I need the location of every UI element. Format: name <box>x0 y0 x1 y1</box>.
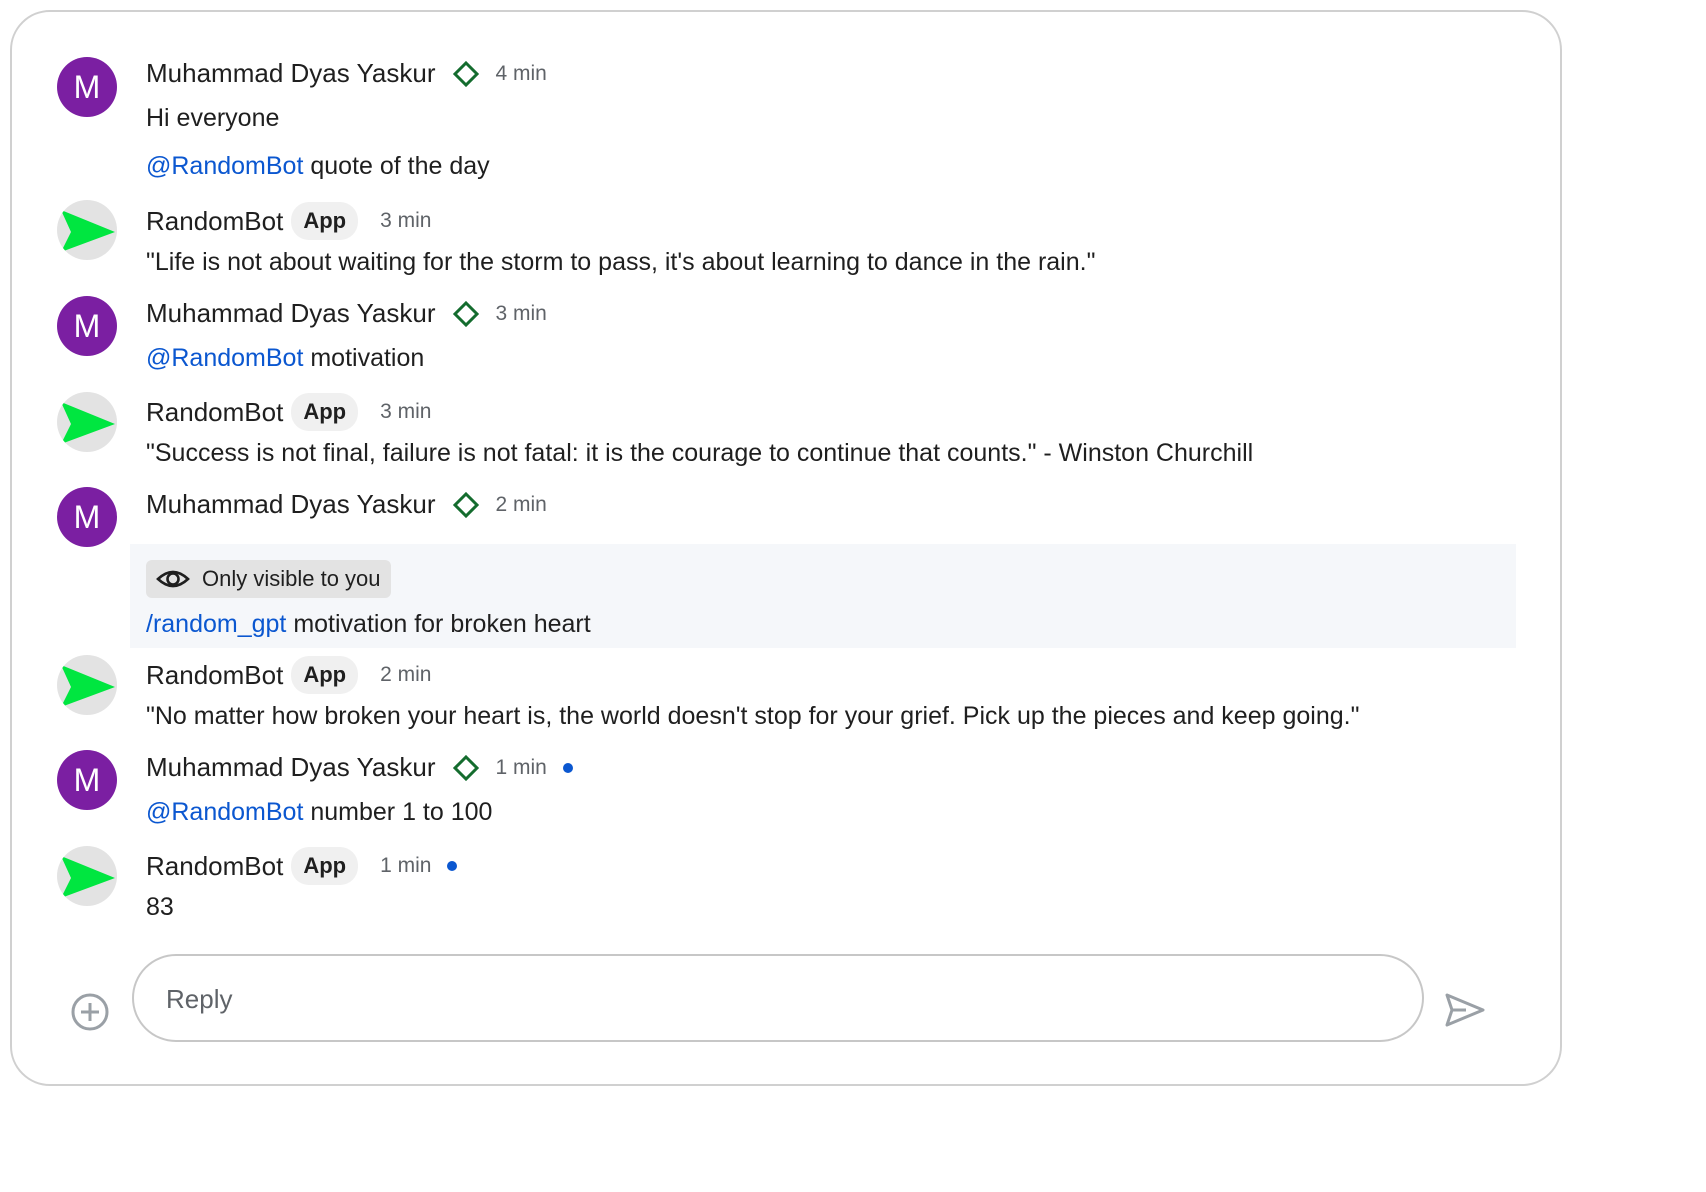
message-text: "Success is not final, failure is not fa… <box>146 439 1254 467</box>
slash-command[interactable]: /random_gpt <box>146 610 286 638</box>
add-circle-icon[interactable] <box>70 992 110 1032</box>
message-time: 1 min <box>495 755 547 779</box>
mention-link[interactable]: @RandomBot <box>146 152 303 180</box>
sender-name[interactable]: RandomBot <box>146 206 283 237</box>
mention-link[interactable]: @RandomBot <box>146 344 303 372</box>
sender-name[interactable]: Muhammad Dyas Yaskur <box>146 298 435 329</box>
visibility-chip: Only visible to you <box>146 560 391 598</box>
message-text: "No matter how broken your heart is, the… <box>146 702 1360 730</box>
message-text: @RandomBot number 1 to 100 <box>146 798 493 826</box>
bot-avatar[interactable] <box>57 655 117 715</box>
message-time: 4 min <box>495 61 547 85</box>
verified-diamond-icon <box>453 754 480 781</box>
message-header: RandomBot App 1 min <box>146 847 458 885</box>
verified-diamond-icon <box>453 491 480 518</box>
message-text: @RandomBot quote of the day <box>146 152 490 180</box>
sender-name[interactable]: Muhammad Dyas Yaskur <box>146 752 435 783</box>
chat-thread-card: M Muhammad Dyas Yaskur 4 min Hi everyone… <box>10 10 1562 1086</box>
bot-avatar[interactable] <box>57 846 117 906</box>
message-text: Hi everyone <box>146 104 280 132</box>
sender-name[interactable]: Muhammad Dyas Yaskur <box>146 489 435 520</box>
bot-arrow-icon <box>61 402 115 444</box>
message-header: Muhammad Dyas Yaskur 2 min <box>146 489 547 520</box>
message-header: Muhammad Dyas Yaskur 1 min <box>146 752 573 783</box>
message-header: RandomBot App 3 min <box>146 202 431 240</box>
reply-input[interactable] <box>164 976 1368 1022</box>
unread-dot <box>447 861 458 871</box>
reply-bar <box>12 952 1564 1052</box>
sender-name[interactable]: RandomBot <box>146 660 283 691</box>
verified-diamond-icon <box>453 60 480 87</box>
message-time: 3 min <box>380 209 432 232</box>
app-badge: App <box>291 847 359 885</box>
message-header: Muhammad Dyas Yaskur 3 min <box>146 298 547 329</box>
verified-diamond-icon <box>453 300 480 327</box>
message-header: RandomBot App 2 min <box>146 656 431 694</box>
user-avatar[interactable]: M <box>57 487 117 547</box>
message-header: Muhammad Dyas Yaskur 4 min <box>146 58 547 89</box>
bot-avatar[interactable] <box>57 392 117 452</box>
message-time: 1 min <box>380 854 432 877</box>
bot-arrow-icon <box>61 210 115 252</box>
sender-name[interactable]: RandomBot <box>146 397 283 428</box>
message-header: RandomBot App 3 min <box>146 393 431 431</box>
app-badge: App <box>291 393 359 431</box>
message-text: "Life is not about waiting for the storm… <box>146 248 1096 276</box>
message-text: /random_gpt motivation for broken heart <box>146 610 591 638</box>
message-time: 3 min <box>495 301 547 325</box>
user-avatar[interactable]: M <box>57 57 117 117</box>
eye-icon <box>156 570 190 588</box>
message-time: 2 min <box>495 492 547 516</box>
user-avatar[interactable]: M <box>57 296 117 356</box>
app-badge: App <box>291 656 359 694</box>
send-icon[interactable] <box>1444 992 1486 1028</box>
message-text: @RandomBot motivation <box>146 344 425 372</box>
mention-link[interactable]: @RandomBot <box>146 798 303 826</box>
user-avatar[interactable]: M <box>57 750 117 810</box>
sender-name[interactable]: Muhammad Dyas Yaskur <box>146 58 435 89</box>
reply-input-container[interactable] <box>132 954 1424 1042</box>
sender-name[interactable]: RandomBot <box>146 851 283 882</box>
message-text: 83 <box>146 893 174 921</box>
bot-arrow-icon <box>61 856 115 898</box>
message-time: 2 min <box>380 663 432 686</box>
app-badge: App <box>291 202 359 240</box>
bot-avatar[interactable] <box>57 200 117 260</box>
bot-arrow-icon <box>61 665 115 707</box>
visibility-label: Only visible to you <box>202 566 381 591</box>
unread-dot <box>562 762 573 773</box>
private-message-box: Only visible to you /random_gpt motivati… <box>130 544 1516 648</box>
message-time: 3 min <box>380 400 432 423</box>
